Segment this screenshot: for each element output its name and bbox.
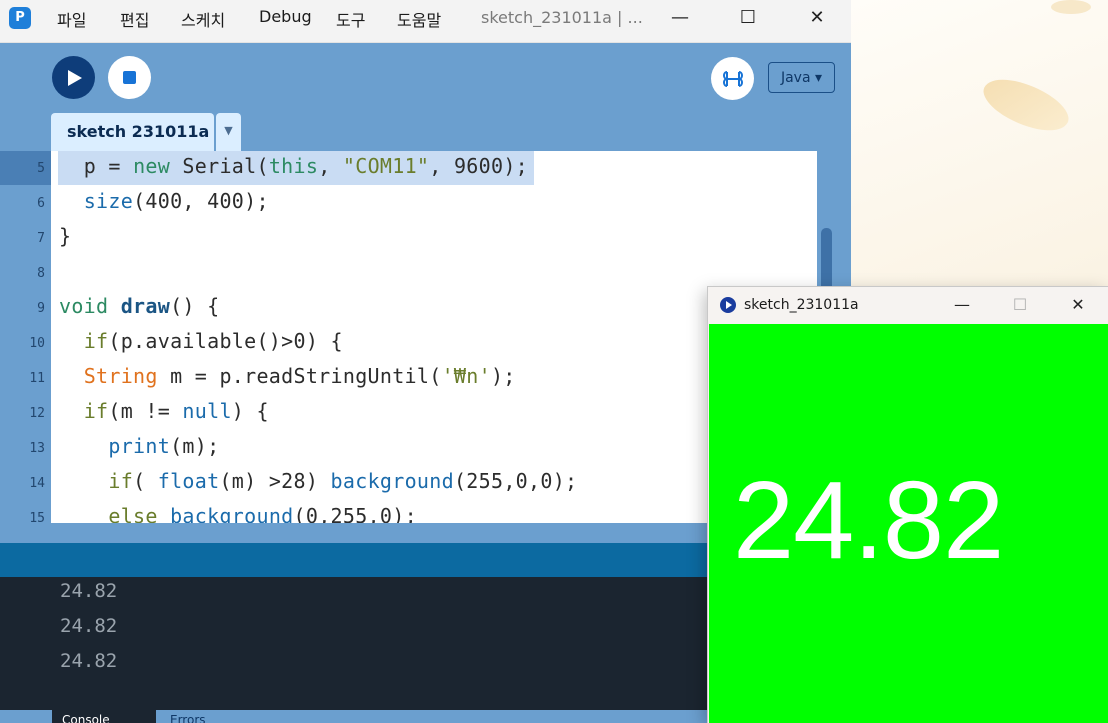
minimize-button[interactable]: — [948, 292, 976, 318]
tab-sketch[interactable]: sketch 231011a [51, 113, 214, 151]
code-line: if(m != null) { [83, 399, 269, 423]
code-line: void draw() { [59, 294, 220, 318]
tab-menu-button[interactable]: ▼ [216, 113, 241, 151]
line-number: 9 [37, 301, 45, 316]
menu-file[interactable]: 파일 [57, 7, 86, 31]
tab-errors[interactable]: Errors [170, 710, 206, 723]
window-title: sketch_231011a | ... [481, 8, 643, 27]
line-number: 7 [37, 231, 45, 246]
code-line: String m = p.readStringUntil('₩n'); [83, 364, 516, 388]
code-line: p = new Serial(this, "COM11", 9600); [83, 154, 529, 178]
menu-tools[interactable]: 도구 [336, 7, 365, 31]
code-line: } [59, 224, 72, 248]
mode-selector[interactable]: Java ▾ [768, 62, 835, 93]
wallpaper-leaf [976, 66, 1076, 144]
sensor-value-text: 24.82 [733, 459, 1004, 582]
stop-icon [123, 71, 136, 84]
line-number: 14 [29, 476, 45, 491]
line-number-gutter: 5 6 7 8 9 10 11 12 13 14 15 [0, 151, 51, 526]
line-number: 10 [29, 336, 45, 351]
line-number: 11 [29, 371, 45, 386]
line-number: 12 [29, 406, 45, 421]
sketch-window-title: sketch_231011a [744, 297, 859, 313]
stop-button[interactable] [108, 56, 151, 99]
sketch-title-bar: sketch_231011a — ☐ ✕ [708, 287, 1108, 324]
processing-app-icon [720, 297, 736, 313]
code-editor[interactable]: p = new Serial(this, "COM11", 9600); siz… [51, 151, 817, 523]
code-line: else background(0,255,0); [108, 504, 417, 523]
debugger-button[interactable] [711, 57, 754, 100]
maximize-button[interactable]: ☐ [732, 4, 764, 32]
line-number: 5 [37, 161, 45, 176]
line-number: 6 [37, 196, 45, 211]
processing-logo-icon: P [9, 7, 31, 29]
code-line: if( float(m) >28) background(255,0,0); [108, 469, 578, 493]
code-line: print(m); [108, 434, 220, 458]
code-line: if(p.available()>0) { [83, 329, 343, 353]
sketch-canvas[interactable]: 24.82 [709, 324, 1108, 723]
run-button[interactable] [52, 56, 95, 99]
minimize-button[interactable]: — [664, 4, 696, 32]
console-line: 24.82 [60, 650, 118, 672]
line-number: 8 [37, 266, 45, 281]
maximize-button[interactable]: ☐ [1006, 292, 1034, 318]
line-number: 13 [29, 441, 45, 456]
debugger-icon [723, 71, 743, 87]
sketch-output-window: sketch_231011a — ☐ ✕ 24.82 [708, 287, 1108, 723]
menu-sketch[interactable]: 스케치 [181, 7, 225, 31]
play-icon [68, 70, 82, 86]
tab-console[interactable]: Console [52, 710, 156, 723]
menu-edit[interactable]: 편집 [120, 7, 149, 31]
code-line: size(400, 400); [83, 189, 269, 213]
close-button[interactable]: ✕ [1064, 292, 1092, 318]
wallpaper-leaf [1051, 0, 1091, 14]
title-bar: P 파일 편집 스케치 Debug 도구 도움말 sketch_231011a … [0, 0, 851, 43]
menu-help[interactable]: 도움말 [397, 7, 441, 31]
console-line: 24.82 [60, 580, 118, 602]
console-line: 24.82 [60, 615, 118, 637]
close-button[interactable]: ✕ [801, 4, 833, 32]
menu-debug[interactable]: Debug [259, 7, 312, 26]
